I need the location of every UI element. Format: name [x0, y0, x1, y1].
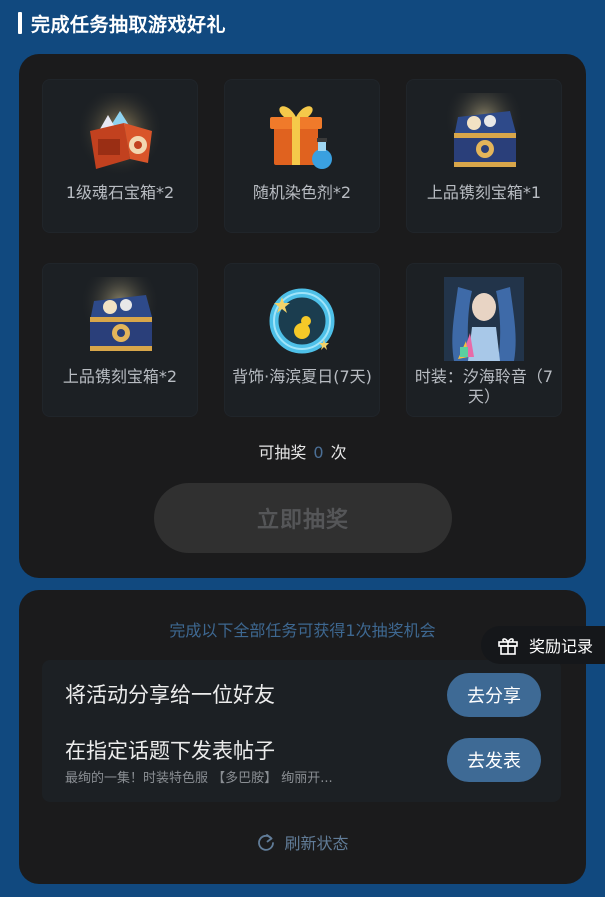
section-title: 完成任务抽取游戏好礼 — [31, 13, 227, 36]
post-button[interactable]: 去发表 — [447, 738, 541, 782]
engraving-chest-icon — [444, 93, 524, 177]
prize-tile-6[interactable]: 时装：汐海聆音（7天） — [406, 263, 562, 417]
draw-now-button[interactable]: 立即抽奖 — [154, 483, 452, 553]
draw-count-text: 可抽奖 0 次 — [19, 439, 586, 463]
task-list: 将活动分享给一位好友 去分享 在指定话题下发表帖子 最绚的一集！时装特色服 【多… — [42, 660, 561, 802]
prize-tile-3[interactable]: 上品镌刻宝箱*1 — [406, 79, 562, 233]
costume-portrait-icon — [444, 277, 524, 361]
section-header: 完成任务抽取游戏好礼 — [18, 10, 226, 36]
prize-tile-1[interactable]: 1级魂石宝箱*2 — [42, 79, 198, 233]
task-item-post: 在指定话题下发表帖子 最绚的一集！时装特色服 【多巴胺】 绚丽开... 去发表 — [65, 738, 541, 786]
lottery-panel: 1级魂石宝箱*2 随机染色剂*2 上品镌刻宝箱*1 上品镌刻宝箱*2 背饰·海滨… — [19, 54, 586, 578]
prize-tile-4[interactable]: 上品镌刻宝箱*2 — [42, 263, 198, 417]
refresh-icon — [258, 834, 275, 851]
prize-tile-5[interactable]: 背饰·海滨夏日(7天) — [224, 263, 380, 417]
engraving-chest-icon — [80, 277, 160, 361]
share-button[interactable]: 去分享 — [447, 673, 541, 717]
prize-label: 随机染色剂*2 — [252, 183, 352, 202]
prize-tile-2[interactable]: 随机染色剂*2 — [224, 79, 380, 233]
reward-record-tab[interactable]: 奖励记录 — [481, 626, 605, 664]
task-item-share: 将活动分享给一位好友 去分享 — [65, 673, 541, 717]
prize-label: 上品镌刻宝箱*1 — [426, 183, 542, 202]
prize-grid: 1级魂石宝箱*2 随机染色剂*2 上品镌刻宝箱*1 上品镌刻宝箱*2 背饰·海滨… — [42, 79, 562, 417]
prize-label: 背饰·海滨夏日(7天) — [232, 367, 372, 386]
prize-label: 上品镌刻宝箱*2 — [62, 367, 178, 386]
gift-box-dye-icon — [270, 106, 332, 169]
header-accent-bar — [18, 12, 22, 34]
reward-record-label: 奖励记录 — [529, 637, 594, 656]
back-accessory-ring-icon — [269, 288, 335, 354]
draw-count-value: 0 — [313, 443, 324, 462]
gift-icon — [498, 638, 518, 655]
prize-label: 1级魂石宝箱*2 — [65, 183, 175, 202]
draw-count-prefix: 可抽奖 — [258, 443, 307, 462]
soul-stone-chest-icon — [80, 93, 160, 177]
prize-label: 时装：汐海聆音（7天） — [414, 367, 554, 406]
draw-count-suffix: 次 — [330, 443, 347, 462]
refresh-status-button[interactable]: 刷新状态 — [19, 830, 586, 854]
refresh-label: 刷新状态 — [284, 834, 349, 853]
